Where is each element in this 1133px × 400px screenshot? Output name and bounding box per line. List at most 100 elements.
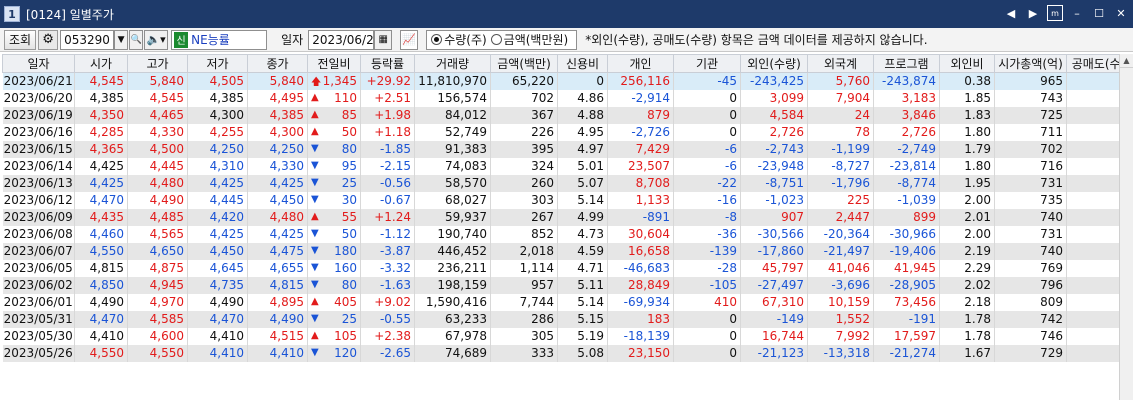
- cell-frgnco: 10,159: [807, 293, 874, 311]
- cell-indiv: -18,139: [607, 327, 674, 345]
- search-icon[interactable]: 🔍: [129, 29, 144, 50]
- calendar-icon[interactable]: ▦: [374, 29, 393, 50]
- table-row[interactable]: 2023/06/12 4,470 4,490 4,445 4,450 ▼ 30 -0.67 68…: [2, 191, 1133, 209]
- cell-mcap: 740: [994, 208, 1067, 226]
- table-row[interactable]: 2023/06/05 4,815 4,875 4,645 4,655 ▼ 160 -3.32 2…: [2, 259, 1133, 277]
- maximize-icon[interactable]: ☐: [1091, 5, 1107, 21]
- table-row[interactable]: 2023/06/01 4,490 4,970 4,490 4,895 ▲ 405 +9.02 1…: [2, 293, 1133, 311]
- table-row[interactable]: 2023/06/13 4,425 4,480 4,425 4,425 ▼ 25 -0.56 58…: [2, 174, 1133, 192]
- cell-frgnratio: 1.85: [939, 89, 995, 107]
- table-row[interactable]: 2023/05/30 4,410 4,600 4,410 4,515 ▲ 105 +2.38 6…: [2, 327, 1133, 345]
- column-header[interactable]: 외인비: [939, 54, 995, 73]
- table-row[interactable]: 2023/06/02 4,850 4,945 4,735 4,815 ▼ 80 -1.63 19…: [2, 276, 1133, 294]
- table-row[interactable]: 2023/06/09 4,435 4,485 4,420 4,480 ▲ 55 +1.24 59…: [2, 208, 1133, 226]
- column-header[interactable]: 거래량: [414, 54, 491, 73]
- cell-frgnco: -20,364: [807, 225, 874, 243]
- table-row[interactable]: 2023/06/08 4,460 4,565 4,425 4,425 ▼ 50 -1.12 19…: [2, 225, 1133, 243]
- column-header[interactable]: 종가: [247, 54, 308, 73]
- cell-indiv: -891: [607, 208, 674, 226]
- cell-chg: ▼ 30: [307, 191, 361, 209]
- cell-high: 4,650: [127, 242, 188, 260]
- vertical-scrollbar[interactable]: ▲: [1119, 54, 1133, 400]
- cell-frgnco: 7,904: [807, 89, 874, 107]
- table-row[interactable]: 2023/05/31 4,470 4,585 4,470 4,490 ▼ 25 -0.55 63…: [2, 310, 1133, 328]
- cell-amt: 367: [490, 106, 558, 124]
- column-header[interactable]: 등락률: [360, 54, 415, 73]
- cell-rate: -2.15: [360, 157, 415, 175]
- cell-vol: 1,590,416: [414, 293, 491, 311]
- table-row[interactable]: 2023/06/07 4,550 4,650 4,450 4,475 ▼ 180 -3.87 4…: [2, 242, 1133, 260]
- cell-mcap: 735: [994, 191, 1067, 209]
- radio-quantity[interactable]: 수량(주): [431, 31, 487, 48]
- cell-low: 4,250: [187, 140, 248, 158]
- cell-credit: 5.07: [557, 174, 608, 192]
- cell-frgnco: 225: [807, 191, 874, 209]
- cell-open: 4,410: [74, 327, 128, 345]
- column-header[interactable]: 시가총액(억): [994, 54, 1067, 73]
- cell-indiv: 8,708: [607, 174, 674, 192]
- cell-date: 2023/06/05: [2, 259, 75, 277]
- cell-amt: 65,220: [490, 72, 558, 90]
- window-controls: ◀ ▶ m – ☐ ✕: [1003, 5, 1129, 21]
- table-row[interactable]: 2023/06/16 4,285 4,330 4,255 4,300 ▲ 50 +1.18 52…: [2, 123, 1133, 141]
- close-icon[interactable]: ✕: [1113, 5, 1129, 21]
- column-header[interactable]: 외인(수량): [740, 54, 808, 73]
- cell-chg: ▲ 55: [307, 208, 361, 226]
- cell-prog: -23,814: [873, 157, 940, 175]
- scroll-up-icon[interactable]: ▲: [1120, 54, 1133, 68]
- cell-mcap: 729: [994, 344, 1067, 362]
- cell-frgn: -17,860: [740, 242, 808, 260]
- cell-vol: 58,570: [414, 174, 491, 192]
- change-value: 80: [341, 142, 357, 156]
- chevron-down-icon[interactable]: ▼: [114, 29, 129, 50]
- cell-amt: 7,744: [490, 293, 558, 311]
- cell-frgn: -2,743: [740, 140, 808, 158]
- table-row[interactable]: 2023/05/26 4,550 4,550 4,410 4,410 ▼ 120 -2.65 7…: [2, 344, 1133, 362]
- cell-chg: ▼ 25: [307, 174, 361, 192]
- minimize-icon[interactable]: –: [1069, 5, 1085, 21]
- table-row[interactable]: 2023/06/19 4,350 4,465 4,300 4,385 ▲ 85 +1.98 84…: [2, 106, 1133, 124]
- lookup-button[interactable]: 조회: [4, 29, 37, 50]
- radio-amount[interactable]: 금액(백만원): [490, 31, 568, 48]
- cell-frgnratio: 1.83: [939, 106, 995, 124]
- cell-mcap: 702: [994, 140, 1067, 158]
- date-input[interactable]: 2023/06/21: [308, 29, 381, 50]
- stock-code-input[interactable]: 053290: [60, 29, 115, 50]
- cell-vol: 68,027: [414, 191, 491, 209]
- cell-frgn: -21,123: [740, 344, 808, 362]
- table-row[interactable]: 2023/06/20 4,385 4,545 4,385 4,495 ▲ 110 +2.51 1…: [2, 89, 1133, 107]
- link-icon[interactable]: m: [1047, 5, 1063, 21]
- table-row[interactable]: 2023/06/14 4,425 4,445 4,310 4,330 ▼ 95 -2.15 74…: [2, 157, 1133, 175]
- cell-vol: 52,749: [414, 123, 491, 141]
- stock-name-box[interactable]: 신 NE능률: [171, 29, 268, 50]
- gear-icon[interactable]: ⚙: [38, 29, 59, 50]
- column-header[interactable]: 고가: [127, 54, 188, 73]
- chart-icon[interactable]: 📈: [400, 29, 419, 50]
- cell-frgnco: -8,727: [807, 157, 874, 175]
- cell-chg: ▼ 50: [307, 225, 361, 243]
- column-header[interactable]: 외국계: [807, 54, 874, 73]
- column-header[interactable]: 신용비: [557, 54, 608, 73]
- next-icon[interactable]: ▶: [1025, 5, 1041, 21]
- cell-inst: -28: [673, 259, 741, 277]
- cell-indiv: 16,658: [607, 242, 674, 260]
- column-header[interactable]: 기관: [673, 54, 741, 73]
- table-row[interactable]: 2023/06/21 4,545 5,840 4,505 5,840 🡅 1,345 +29.…: [2, 72, 1133, 90]
- column-header[interactable]: 금액(백만): [490, 54, 558, 73]
- column-header[interactable]: 저가: [187, 54, 248, 73]
- cell-rate: +2.51: [360, 89, 415, 107]
- speaker-icon[interactable]: 🔈▾: [144, 29, 169, 50]
- table-row[interactable]: 2023/06/15 4,365 4,500 4,250 4,250 ▼ 80 -1.85 91…: [2, 140, 1133, 158]
- prev-icon[interactable]: ◀: [1003, 5, 1019, 21]
- column-header[interactable]: 시가: [74, 54, 128, 73]
- cell-rate: -0.56: [360, 174, 415, 192]
- cell-frgnco: 41,046: [807, 259, 874, 277]
- column-header[interactable]: 전일비: [307, 54, 361, 73]
- cell-vol: 11,810,970: [414, 72, 491, 90]
- column-header[interactable]: 프로그램: [873, 54, 940, 73]
- column-header[interactable]: 개인: [607, 54, 674, 73]
- column-header[interactable]: 일자: [2, 54, 75, 73]
- cell-inst: -139: [673, 242, 741, 260]
- limit-up-arrow-icon: 🡅: [311, 77, 322, 88]
- cell-indiv: -46,683: [607, 259, 674, 277]
